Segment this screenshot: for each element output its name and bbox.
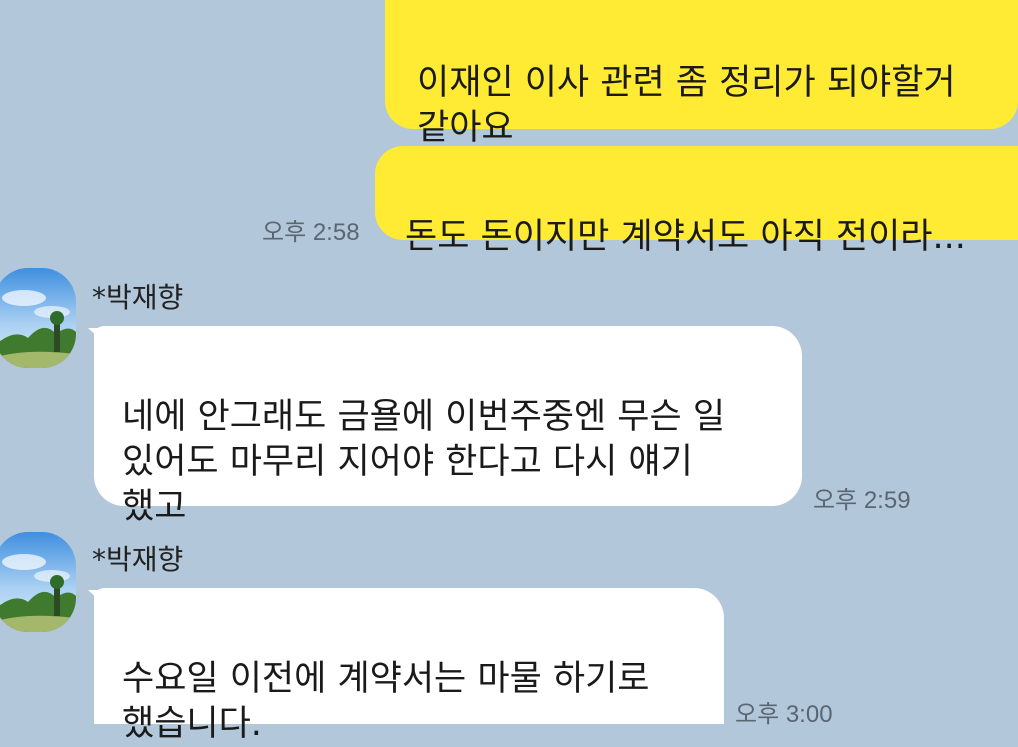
message-timestamp: 오후 2:58 [262,219,360,246]
outgoing-message-bubble[interactable]: 이재인 이사 관련 좀 정리가 되야할거 같아요 [385,0,1018,148]
incoming-message-bubble[interactable]: 수요일 이전에 계약서는 마물 하기로 했습니다. [94,588,724,744]
message-timestamp: 오후 2:59 [813,487,911,514]
message-text: 이재인 이사 관련 좀 정리가 되야할거 같아요 [417,63,956,148]
message-text: 네에 안그래도 금욜에 이번주중엔 무슨 일 있어도 마무리 지어야 한다고 다… [122,397,726,527]
outgoing-message-bubble[interactable]: 돈도 돈이지만 계약서도 아직 전이라... [375,146,1018,257]
sender-name: *박재향 [92,543,184,576]
avatar-image [0,532,76,632]
sender-name: *박재향 [92,281,184,314]
message-text: 수요일 이전에 계약서는 마물 하기로 했습니다. [122,659,650,744]
avatar[interactable] [0,268,76,368]
message-text: 돈도 돈이지만 계약서도 아직 전이라... [405,217,966,257]
incoming-message-bubble[interactable]: 네에 안그래도 금욜에 이번주중엔 무슨 일 있어도 마무리 지어야 한다고 다… [94,326,802,527]
avatar[interactable] [0,532,76,632]
avatar-image [0,268,76,368]
